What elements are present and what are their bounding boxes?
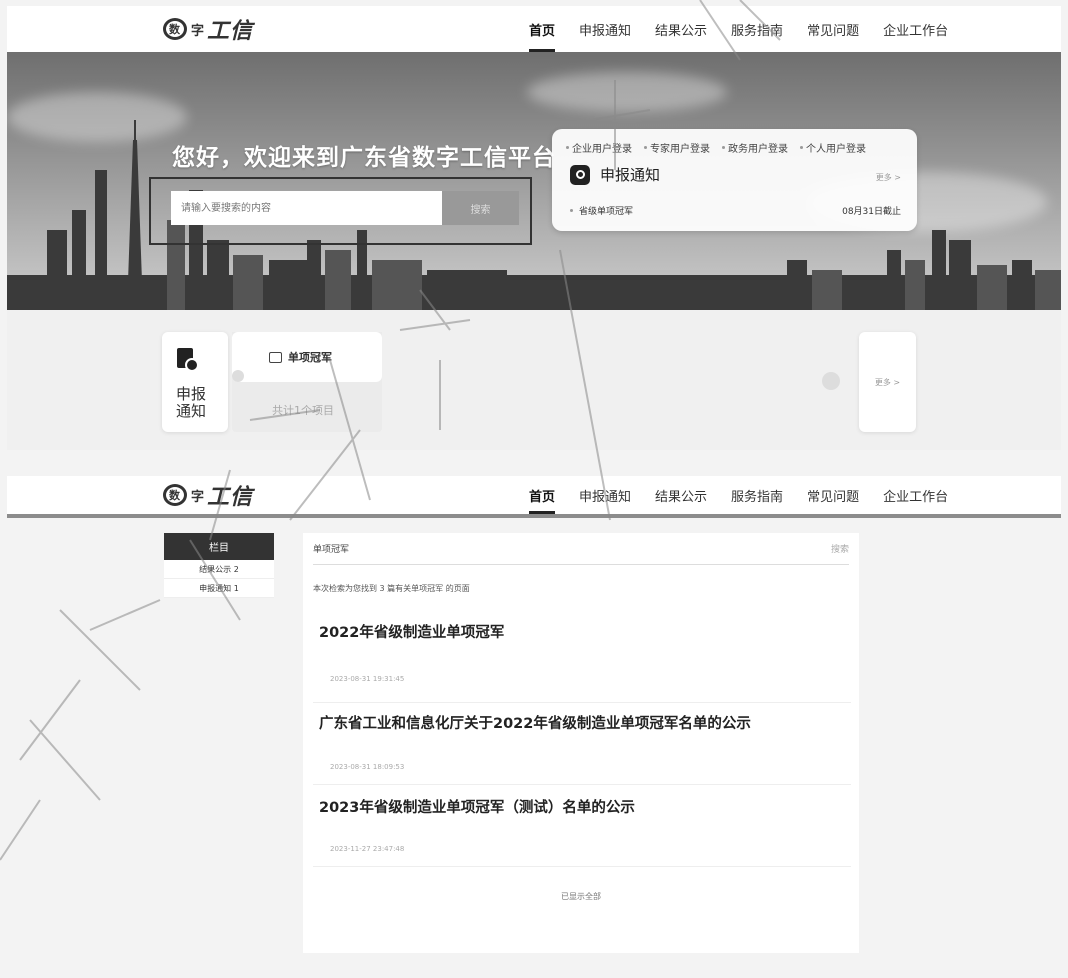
nav-item[interactable]: 首页 (529, 6, 556, 52)
results-end-text: 已显示全部 (561, 892, 601, 901)
column-heading: 栏目 (164, 533, 274, 560)
nav-item[interactable]: 服务指南 (731, 6, 783, 52)
decor-dot-icon (822, 372, 840, 390)
login-tab[interactable]: 专家用户登录 (644, 140, 710, 155)
logo-text: 工信 (207, 485, 254, 510)
result-item[interactable]: 2022年省级制造业单项冠军 2023-08-31 19:31:45 (313, 608, 851, 703)
result-date: 2023-08-31 19:31:45 (330, 675, 405, 683)
login-tab[interactable]: 个人用户登录 (800, 140, 866, 155)
document-icon (177, 348, 199, 372)
card-icon (269, 351, 282, 363)
site-logo[interactable]: 数 字 工信 (163, 479, 253, 511)
decor-dot-icon (232, 370, 244, 382)
bullet-icon (570, 209, 573, 212)
bullet-icon (800, 146, 803, 149)
results-header-bar: 单项冠军 搜索 (313, 533, 849, 565)
notice-item-title: 省级单项冠军 (579, 207, 634, 217)
nav-item[interactable]: 结果公示 (655, 6, 707, 52)
notice-side-label: 申报 通知 (176, 385, 207, 420)
nav-item[interactable]: 常见问题 (807, 476, 859, 514)
site-logo[interactable]: 数 字 工信 (163, 13, 253, 45)
login-tabs: 企业用户登录 专家用户登录 政务用户登录 个人用户登录 (566, 140, 866, 155)
logo-mark-icon: 数 (163, 18, 187, 40)
top-header: 数 字 工信 首页 申报通知 结果公示 服务指南 常见问题 企业工作台 (7, 6, 1061, 52)
bullet-icon (644, 146, 647, 149)
login-tab-label: 个人用户登录 (806, 144, 866, 155)
logo-mark-icon: 数 (163, 484, 187, 506)
main-nav: 首页 申报通知 结果公示 服务指南 常见问题 企业工作台 (529, 476, 948, 514)
nav-item[interactable]: 企业工作台 (883, 476, 948, 514)
nav-item[interactable]: 结果公示 (655, 476, 707, 514)
logo-sup: 字 (191, 489, 206, 505)
logo-text: 工信 (207, 19, 254, 44)
welcome-heading: 您好，欢迎来到广东省数字工信平台 (172, 145, 556, 171)
result-date: 2023-11-27 23:47:48 (330, 845, 405, 853)
results-search-link[interactable]: 搜索 (831, 542, 849, 555)
results-header: 数 字 工信 首页 申报通知 结果公示 服务指南 常见问题 企业工作台 (7, 476, 1061, 518)
column-item[interactable]: 申报通知 1 (164, 579, 274, 598)
search-area: 搜索 (149, 177, 532, 245)
champion-card-title: 单项冠军 (288, 351, 332, 364)
notice-title-text: 申报通知 (600, 166, 661, 184)
nav-item[interactable]: 企业工作台 (883, 6, 948, 52)
result-date: 2023-08-31 18:09:53 (330, 763, 405, 771)
login-tab[interactable]: 政务用户登录 (722, 140, 788, 155)
results-title: 单项冠军 (313, 545, 350, 555)
nav-item[interactable]: 申报通知 (579, 6, 631, 52)
notice-icon (570, 164, 590, 185)
notice-title: 申报通知 (570, 164, 660, 185)
notice-item[interactable]: 省级单项冠军 08月31日截止 (570, 204, 901, 217)
champion-card-count: 共计1个项目 (272, 404, 334, 417)
bullet-icon (566, 146, 569, 149)
nav-item[interactable]: 常见问题 (807, 6, 859, 52)
results-panel: 单项冠军 搜索 本次检索为您找到 3 篇有关单项冠军 的页面 2022年省级制造… (303, 533, 859, 953)
login-card: 企业用户登录 专家用户登录 政务用户登录 个人用户登录 申报通知 更多 > 省级单项冠… (552, 129, 917, 231)
nav-item[interactable]: 服务指南 (731, 476, 783, 514)
more-card[interactable]: 更多 > (859, 332, 916, 432)
login-tab-label: 专家用户登录 (650, 144, 710, 155)
champion-card[interactable]: 单项冠军 共计1个项目 (232, 332, 382, 432)
notice-section: 申报 通知 单项冠军 共计1个项目 更多 > (7, 310, 1061, 450)
login-tab-label: 企业用户登录 (572, 144, 632, 155)
result-title: 广东省工业和信息化厅关于2022年省级制造业单项冠军名单的公示 (319, 716, 751, 732)
hero-banner: 您好，欢迎来到广东省数字工信平台 搜索 企业用户登录 专家用户登录 政务用户登录 个人… (7, 52, 1061, 310)
notice-side-card[interactable]: 申报 通知 (162, 332, 228, 432)
login-tab[interactable]: 企业用户登录 (566, 140, 632, 155)
result-item[interactable]: 2023年省级制造业单项冠军（测试）名单的公示 2023-11-27 23:47:… (313, 785, 851, 867)
column-panel: 栏目 结果公示 2 申报通知 1 (164, 533, 274, 598)
search-button[interactable]: 搜索 (442, 191, 519, 225)
login-tab-label: 政务用户登录 (728, 144, 788, 155)
nav-item[interactable]: 首页 (529, 476, 556, 514)
column-item[interactable]: 结果公示 2 (164, 560, 274, 579)
results-summary: 本次检索为您找到 3 篇有关单项冠军 的页面 (313, 584, 470, 593)
notice-more-link[interactable]: 更多 > (876, 172, 901, 183)
result-title: 2022年省级制造业单项冠军 (319, 625, 505, 641)
main-nav: 首页 申报通知 结果公示 服务指南 常见问题 企业工作台 (529, 6, 948, 52)
logo-sup: 字 (191, 23, 206, 39)
result-item[interactable]: 广东省工业和信息化厅关于2022年省级制造业单项冠军名单的公示 2023-08-3… (313, 703, 851, 785)
bullet-icon (722, 146, 725, 149)
notice-item-deadline: 08月31日截止 (842, 207, 901, 217)
search-input[interactable] (171, 191, 442, 225)
search-results-section: 栏目 结果公示 2 申报通知 1 单项冠军 搜索 本次检索为您找到 3 篇有关单项… (7, 518, 1061, 972)
nav-item[interactable]: 申报通知 (579, 476, 631, 514)
result-title: 2023年省级制造业单项冠军（测试）名单的公示 (319, 800, 635, 816)
